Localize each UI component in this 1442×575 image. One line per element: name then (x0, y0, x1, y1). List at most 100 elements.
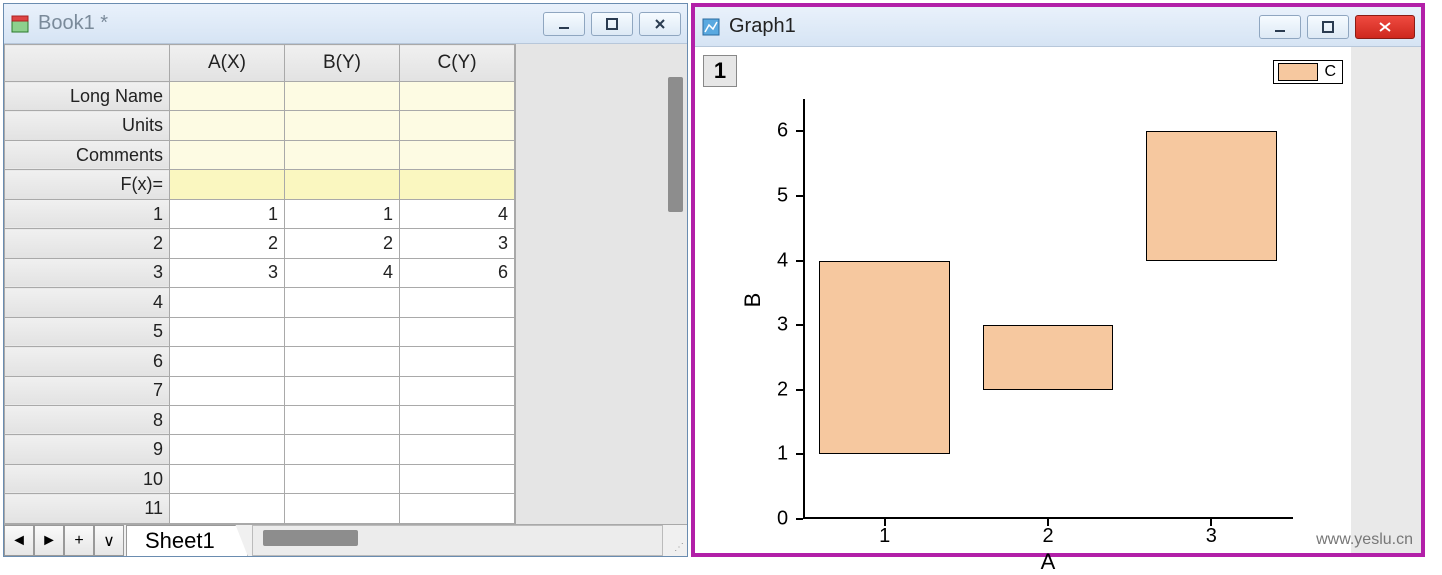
resize-grip[interactable]: ⋰ (663, 525, 687, 556)
data-cell[interactable]: 2 (170, 229, 285, 258)
data-cell[interactable] (170, 347, 285, 376)
data-cell[interactable] (400, 317, 515, 346)
meta-cell[interactable] (170, 82, 285, 111)
row-header[interactable]: 11 (5, 494, 170, 524)
vertical-scrollbar-thumb[interactable] (668, 77, 683, 212)
meta-cell[interactable] (285, 82, 400, 111)
meta-row-header[interactable]: Comments (5, 140, 170, 169)
close-button[interactable] (639, 12, 681, 36)
data-cell[interactable] (400, 376, 515, 405)
data-cell[interactable]: 3 (400, 229, 515, 258)
data-cell[interactable] (400, 288, 515, 317)
workbook-footer: ◄ ► + ∨ Sheet1 ⋰ (4, 524, 687, 556)
workbook-titlebar[interactable]: Book1 * (4, 4, 687, 44)
layer-badge[interactable]: 1 (703, 55, 737, 87)
y-tick-label: 4 (777, 249, 921, 272)
meta-cell[interactable] (400, 82, 515, 111)
workbook-title: Book1 * (38, 12, 543, 35)
sheet-tab[interactable]: Sheet1 (126, 525, 248, 556)
maximize-button[interactable] (1307, 15, 1349, 39)
data-cell[interactable] (400, 435, 515, 464)
data-cell[interactable]: 4 (285, 258, 400, 287)
workbook-icon (10, 14, 30, 34)
meta-cell[interactable] (170, 140, 285, 169)
column-header-a[interactable]: A(X) (170, 45, 285, 82)
row-header[interactable]: 2 (5, 229, 170, 258)
row-header[interactable]: 9 (5, 435, 170, 464)
meta-cell[interactable] (400, 140, 515, 169)
sheet-nav-expand[interactable]: ∨ (94, 525, 124, 556)
data-cell[interactable] (170, 435, 285, 464)
close-button[interactable] (1355, 15, 1415, 39)
data-cell[interactable] (400, 464, 515, 493)
bar[interactable] (983, 325, 1114, 390)
data-cell[interactable] (400, 347, 515, 376)
data-cell[interactable] (285, 376, 400, 405)
maximize-button[interactable] (591, 12, 633, 36)
sheet-nav-add[interactable]: + (64, 525, 94, 556)
data-cell[interactable] (170, 317, 285, 346)
meta-cell[interactable] (170, 170, 285, 199)
graph-icon (701, 17, 721, 37)
data-cell[interactable] (170, 376, 285, 405)
worksheet-table[interactable]: A(X) B(Y) C(Y) Long NameUnitsCommentsF(x… (4, 44, 515, 524)
meta-row-header[interactable]: Units (5, 111, 170, 140)
row-header[interactable]: 1 (5, 199, 170, 228)
graph-title: Graph1 (729, 15, 1259, 38)
data-cell[interactable] (285, 464, 400, 493)
meta-row-header[interactable]: Long Name (5, 82, 170, 111)
data-cell[interactable] (170, 494, 285, 524)
minimize-button[interactable] (543, 12, 585, 36)
meta-cell[interactable] (170, 111, 285, 140)
horizontal-scrollbar-thumb[interactable] (263, 530, 358, 546)
data-cell[interactable] (170, 464, 285, 493)
data-cell[interactable] (285, 317, 400, 346)
meta-cell[interactable] (285, 170, 400, 199)
legend[interactable]: C (1273, 60, 1343, 84)
data-cell[interactable] (285, 494, 400, 524)
horizontal-scrollbar-track[interactable] (252, 525, 663, 556)
meta-cell[interactable] (400, 170, 515, 199)
bar[interactable] (819, 261, 950, 455)
row-header[interactable]: 10 (5, 464, 170, 493)
data-cell[interactable]: 1 (285, 199, 400, 228)
row-header[interactable]: 5 (5, 317, 170, 346)
data-cell[interactable]: 6 (400, 258, 515, 287)
sheet-nav-prev[interactable]: ◄ (4, 525, 34, 556)
data-cell[interactable] (170, 405, 285, 434)
data-cell[interactable] (285, 435, 400, 464)
column-header-b[interactable]: B(Y) (285, 45, 400, 82)
minimize-button[interactable] (1259, 15, 1301, 39)
row-header[interactable]: 7 (5, 376, 170, 405)
y-tick-label: 3 (777, 314, 921, 337)
meta-cell[interactable] (285, 140, 400, 169)
corner-cell[interactable] (5, 45, 170, 82)
data-cell[interactable]: 2 (285, 229, 400, 258)
data-cell[interactable] (400, 494, 515, 524)
vertical-scrollbar-track[interactable] (515, 44, 687, 524)
data-cell[interactable] (285, 347, 400, 376)
column-header-c[interactable]: C(Y) (400, 45, 515, 82)
data-cell[interactable] (285, 405, 400, 434)
y-tick-label: 2 (777, 378, 921, 401)
y-axis-label: B (740, 293, 766, 308)
meta-cell[interactable] (285, 111, 400, 140)
row-header[interactable]: 3 (5, 258, 170, 287)
workbook-window: Book1 * A(X) B(Y) C(Y) Long NameUnitsCom… (3, 3, 688, 557)
data-cell[interactable]: 1 (170, 199, 285, 228)
row-header[interactable]: 4 (5, 288, 170, 317)
data-cell[interactable] (285, 288, 400, 317)
meta-row-header[interactable]: F(x)= (5, 170, 170, 199)
y-tick-label: 6 (777, 120, 921, 143)
data-cell[interactable]: 3 (170, 258, 285, 287)
sheet-nav-next[interactable]: ► (34, 525, 64, 556)
meta-cell[interactable] (400, 111, 515, 140)
data-cell[interactable] (170, 288, 285, 317)
graph-titlebar[interactable]: Graph1 (695, 7, 1421, 47)
bar[interactable] (1146, 131, 1277, 260)
data-cell[interactable] (400, 405, 515, 434)
row-header[interactable]: 6 (5, 347, 170, 376)
graph-body[interactable]: 1 C B A www.yeslu.cn 0123456123 (695, 47, 1421, 553)
row-header[interactable]: 8 (5, 405, 170, 434)
data-cell[interactable]: 4 (400, 199, 515, 228)
